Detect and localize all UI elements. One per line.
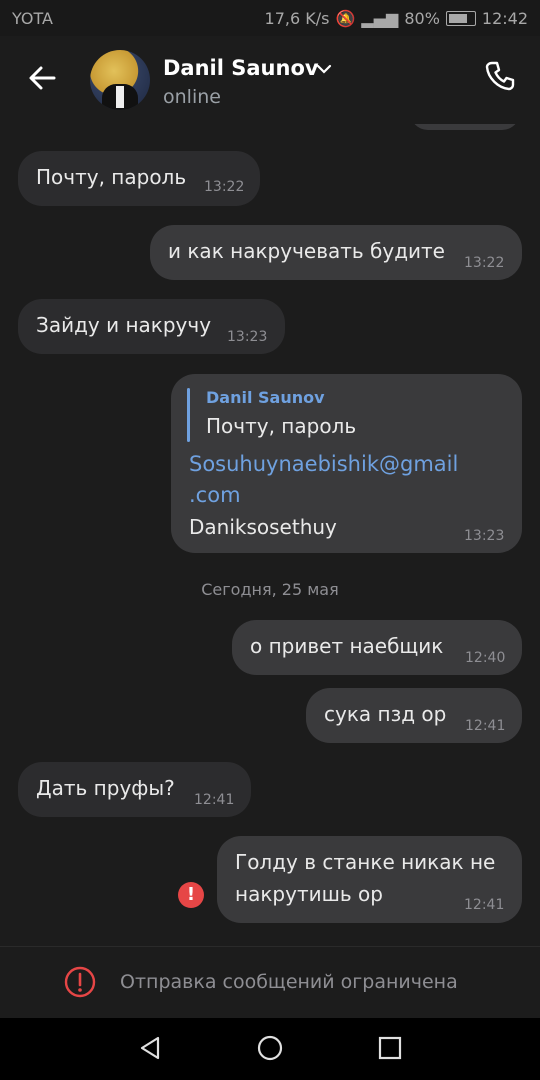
avatar[interactable]	[90, 50, 150, 110]
date-separator: Сегодня, 25 мая	[201, 580, 339, 599]
message-time: 13:22	[204, 179, 245, 195]
message-bubble-reply[interactable]: Danil Saunov Почту, пароль Sosuhuynaebis…	[171, 374, 522, 553]
message-text: о привет наебщик	[250, 634, 444, 658]
nav-back-icon[interactable]	[136, 1034, 164, 1062]
message-bubble[interactable]: Дать пруфы? 12:41	[18, 762, 251, 817]
reply-author: Danil Saunov	[206, 388, 325, 407]
message-time: 13:22	[464, 255, 505, 271]
status-icons: 17,6 K/s 🔕 ▂▄▆ 80% 12:42	[265, 9, 528, 28]
message-text-line2: накрутишь ор	[235, 882, 383, 906]
chat-header: Danil Saunov online	[0, 36, 540, 124]
back-arrow-icon[interactable]	[24, 60, 60, 96]
battery-icon	[445, 11, 476, 26]
message-text-line1: Голду в станке никак не	[235, 850, 496, 874]
send-failed-icon[interactable]: !	[178, 882, 204, 908]
battery-percent: 80%	[404, 9, 440, 28]
reply-quote-bar	[187, 388, 190, 442]
message-text: сука пзд ор	[324, 702, 447, 726]
message-text: и как накручевать будите	[168, 239, 445, 263]
signal-icon: ▂▄▆	[361, 9, 399, 28]
message-time: 12:41	[464, 897, 505, 913]
carrier-label: YOTA	[12, 9, 53, 28]
clock: 12:42	[481, 9, 528, 28]
avatar-shirt-shape	[116, 86, 124, 108]
nav-recents-icon[interactable]	[376, 1034, 404, 1062]
message-bubble[interactable]: и как накручевать будите 13:22	[150, 225, 522, 280]
message-bubble-failed[interactable]: Голду в станке никак не накрутишь ор 12:…	[217, 836, 522, 923]
message-bubble[interactable]: Почту, пароль 13:22	[18, 151, 260, 206]
message-time: 12:41	[465, 718, 506, 734]
network-speed: 17,6 K/s	[264, 9, 330, 28]
message-bubble[interactable]: сука пзд ор 12:41	[306, 688, 522, 743]
system-nav-bar	[0, 1018, 540, 1080]
message-time: 12:40	[465, 650, 506, 666]
email-link-continued[interactable]: .com	[189, 483, 241, 507]
message-bubble[interactable]: о привет наебщик 12:40	[232, 620, 522, 675]
message-time: 12:41	[194, 792, 235, 808]
restriction-banner: Отправка сообщений ограничена	[0, 946, 540, 1019]
restriction-text: Отправка сообщений ограничена	[120, 971, 458, 993]
mute-icon: 🔕	[335, 9, 356, 28]
message-bubble-partial	[410, 124, 520, 130]
phone-icon[interactable]	[482, 58, 518, 94]
chevron-down-icon[interactable]	[316, 64, 332, 74]
nav-home-icon[interactable]	[256, 1034, 284, 1062]
message-text: Daniksosethuy	[189, 515, 337, 539]
email-link[interactable]: Sosuhuynaebishik@gmail	[189, 452, 458, 476]
message-time: 13:23	[227, 329, 268, 345]
status-bar: YOTA 17,6 K/s 🔕 ▂▄▆ 80% 12:42	[0, 0, 540, 36]
message-text: Почту, пароль	[36, 165, 187, 189]
contact-name[interactable]: Danil Saunov	[163, 56, 319, 80]
message-list[interactable]: Почту, пароль 13:22 и как накручевать бу…	[0, 124, 540, 946]
message-time: 13:23	[464, 528, 505, 544]
warning-icon	[64, 966, 96, 998]
message-text: Зайду и накручу	[36, 313, 212, 337]
message-bubble[interactable]: Зайду и накручу 13:23	[18, 299, 285, 354]
contact-status: online	[163, 86, 221, 108]
message-text: Дать пруфы?	[36, 776, 175, 800]
reply-text: Почту, пароль	[206, 414, 357, 438]
